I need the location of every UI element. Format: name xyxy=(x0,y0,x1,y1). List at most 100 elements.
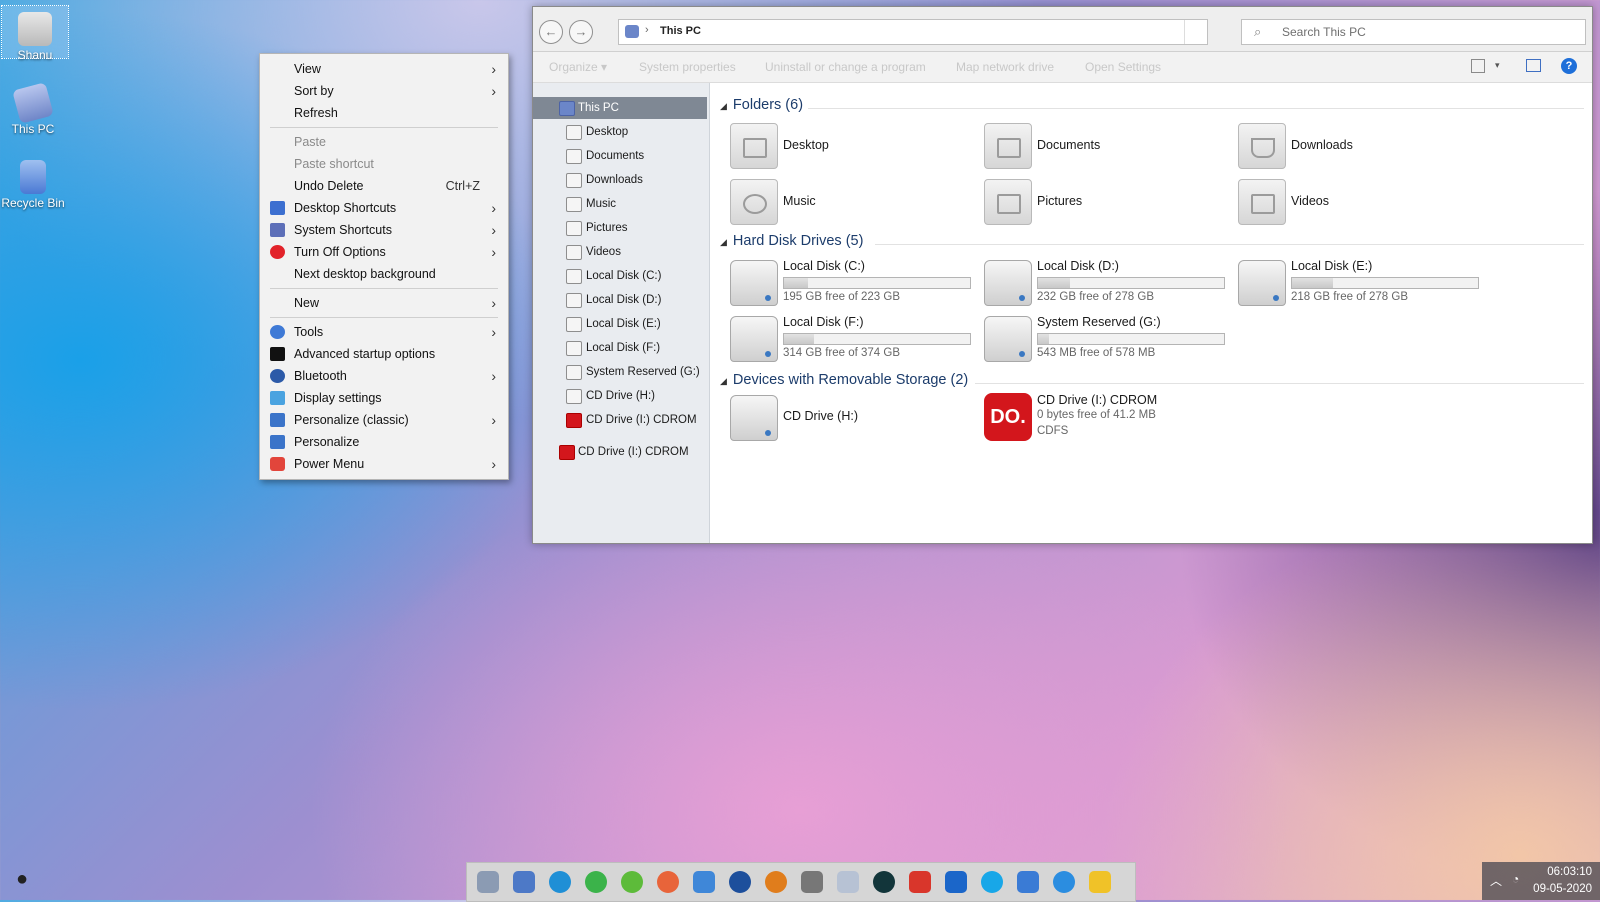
android-app-icon[interactable] xyxy=(621,871,643,893)
search-input[interactable]: ⌕ Search This PC xyxy=(1241,19,1586,45)
organize-button[interactable]: Organize ▾ xyxy=(549,60,607,74)
menu-separator xyxy=(270,288,498,289)
vpn-app-icon[interactable] xyxy=(765,871,787,893)
chevron-down-icon[interactable]: ▾ xyxy=(1495,60,1511,74)
menu-shortcut: Ctrl+Z xyxy=(445,179,480,193)
nav-item-pictures[interactable]: Pictures xyxy=(533,217,707,239)
uninstall-button[interactable]: Uninstall or change a program xyxy=(765,60,926,74)
usb-app-icon[interactable] xyxy=(801,871,823,893)
open-settings-button[interactable]: Open Settings xyxy=(1085,60,1161,74)
nav-item-disk-e[interactable]: Local Disk (E:) xyxy=(533,313,707,335)
office-app-icon[interactable] xyxy=(909,871,931,893)
menu-item-power-menu[interactable]: Power Menu › xyxy=(260,453,508,475)
clock-date[interactable]: 09-05-2020 xyxy=(1533,883,1592,895)
nav-item-desktop[interactable]: Desktop xyxy=(533,121,707,143)
nav-item-disk-c[interactable]: Local Disk (C:) xyxy=(533,265,707,287)
nav-item-disk-f[interactable]: Local Disk (F:) xyxy=(533,337,707,359)
system-properties-button[interactable]: System properties xyxy=(639,60,736,74)
taskmgr-app-icon[interactable] xyxy=(513,871,535,893)
file-explorer-app-icon[interactable] xyxy=(1089,871,1111,893)
view-options-icon[interactable] xyxy=(1471,59,1485,73)
group-header-folders[interactable]: ◢ Folders (6) xyxy=(720,97,803,113)
menu-item-personalize-classic[interactable]: Personalize (classic) › xyxy=(260,409,508,431)
menu-item-bluetooth[interactable]: Bluetooth › xyxy=(260,365,508,387)
nav-item-label: Pictures xyxy=(586,222,628,234)
drive-f[interactable]: Local Disk (F:) 314 GB free of 374 GB xyxy=(730,314,975,364)
drive-free-space: 314 GB free of 374 GB xyxy=(783,347,900,359)
nav-item-cd-i[interactable]: CD Drive (I:) CDROM xyxy=(533,409,707,431)
moon-app-icon[interactable] xyxy=(729,871,751,893)
torrent-app-icon[interactable] xyxy=(945,871,967,893)
nav-item-disk-d[interactable]: Local Disk (D:) xyxy=(533,289,707,311)
folder-pictures[interactable]: Pictures xyxy=(984,179,1224,227)
address-bar[interactable]: › This PC xyxy=(618,19,1208,45)
desktop-icon-recycle-bin[interactable]: Recycle Bin xyxy=(0,154,66,210)
network-app-icon[interactable] xyxy=(1017,871,1039,893)
personalize-icon xyxy=(270,413,285,427)
desktop-icon-this-pc[interactable]: This PC xyxy=(0,80,66,136)
folder-icon xyxy=(566,245,582,260)
map-network-drive-button[interactable]: Map network drive xyxy=(956,60,1054,74)
u-app-icon[interactable] xyxy=(873,871,895,893)
preview-pane-icon[interactable] xyxy=(1526,59,1541,72)
computer-icon xyxy=(559,101,575,116)
menu-item-new[interactable]: New › xyxy=(260,292,508,314)
drive-e[interactable]: Local Disk (E:) 218 GB free of 278 GB xyxy=(1238,258,1483,308)
chevron-up-icon[interactable]: ︿ xyxy=(1490,872,1502,889)
nav-item-downloads[interactable]: Downloads xyxy=(533,169,707,191)
clock-time[interactable]: 06:03:10 xyxy=(1547,866,1592,878)
cleaner-app-icon[interactable] xyxy=(837,871,859,893)
address-dropdown-button[interactable] xyxy=(1184,20,1207,44)
drive-usage-bar xyxy=(783,277,971,289)
desktop-icon-shanu[interactable]: Shanu xyxy=(1,5,69,62)
folder-downloads[interactable]: Downloads xyxy=(1238,123,1478,171)
menu-item-advanced-startup[interactable]: Advanced startup options xyxy=(260,343,508,365)
back-button[interactable]: ← xyxy=(539,20,563,44)
menu-item-view[interactable]: View › xyxy=(260,58,508,80)
breadcrumb[interactable]: This PC xyxy=(660,25,701,37)
drive-g[interactable]: System Reserved (G:) 543 MB free of 578 … xyxy=(984,314,1229,364)
nav-item-videos[interactable]: Videos xyxy=(533,241,707,263)
menu-item-label: Undo Delete xyxy=(294,179,364,193)
help-icon[interactable]: ? xyxy=(1561,58,1577,74)
menu-item-tools[interactable]: Tools › xyxy=(260,321,508,343)
nav-item-documents[interactable]: Documents xyxy=(533,145,707,167)
folder-videos[interactable]: Videos xyxy=(1238,179,1478,227)
folder-desktop[interactable]: Desktop xyxy=(730,123,970,171)
nav-item-system-reserved[interactable]: System Reserved (G:) xyxy=(533,361,707,383)
browser-app-icon[interactable] xyxy=(585,871,607,893)
folder-music[interactable]: Music xyxy=(730,179,970,227)
nav-item-this-pc[interactable]: This PC xyxy=(533,97,707,119)
menu-item-sort-by[interactable]: Sort by › xyxy=(260,80,508,102)
eye-app-icon[interactable] xyxy=(549,871,571,893)
hard-drive-icon xyxy=(984,316,1032,362)
group-header-removable[interactable]: ◢ Devices with Removable Storage (2) xyxy=(720,372,968,388)
drive-cd-h[interactable]: CD Drive (H:) xyxy=(730,393,975,443)
menu-item-turn-off-options[interactable]: Turn Off Options › xyxy=(260,241,508,263)
drive-cd-i[interactable]: DO. CD Drive (I:) CDROM 0 bytes free of … xyxy=(984,391,1229,447)
folder-documents[interactable]: Documents xyxy=(984,123,1224,171)
tools-app-icon[interactable] xyxy=(477,871,499,893)
drive-free-space: 543 MB free of 578 MB xyxy=(1037,347,1156,359)
wifi-icon[interactable]: ◔ xyxy=(1512,872,1519,886)
skype-app-icon[interactable] xyxy=(981,871,1003,893)
drive-c[interactable]: Local Disk (C:) 195 GB free of 223 GB xyxy=(730,258,975,308)
media-app-icon[interactable] xyxy=(657,871,679,893)
forward-button[interactable]: → xyxy=(569,20,593,44)
folder-label: Documents xyxy=(1037,138,1101,152)
menu-item-personalize[interactable]: Personalize xyxy=(260,431,508,453)
drive-d[interactable]: Local Disk (D:) 232 GB free of 278 GB xyxy=(984,258,1229,308)
chrome-app-icon[interactable] xyxy=(1053,871,1075,893)
group-header-drives[interactable]: ◢ Hard Disk Drives (5) xyxy=(720,233,863,249)
apple-logo-icon[interactable]: ● xyxy=(16,868,28,891)
finder-app-icon[interactable] xyxy=(693,871,715,893)
menu-item-next-background[interactable]: Next desktop background xyxy=(260,263,508,285)
menu-item-desktop-shortcuts[interactable]: Desktop Shortcuts › xyxy=(260,197,508,219)
nav-item-cd-h[interactable]: CD Drive (H:) xyxy=(533,385,707,407)
nav-item-music[interactable]: Music xyxy=(533,193,707,215)
menu-item-refresh[interactable]: Refresh xyxy=(260,102,508,124)
menu-item-display-settings[interactable]: Display settings xyxy=(260,387,508,409)
menu-item-undo-delete[interactable]: Undo Delete Ctrl+Z xyxy=(260,175,508,197)
nav-item-cd-i-root[interactable]: CD Drive (I:) CDROM xyxy=(533,441,707,463)
menu-item-system-shortcuts[interactable]: System Shortcuts › xyxy=(260,219,508,241)
